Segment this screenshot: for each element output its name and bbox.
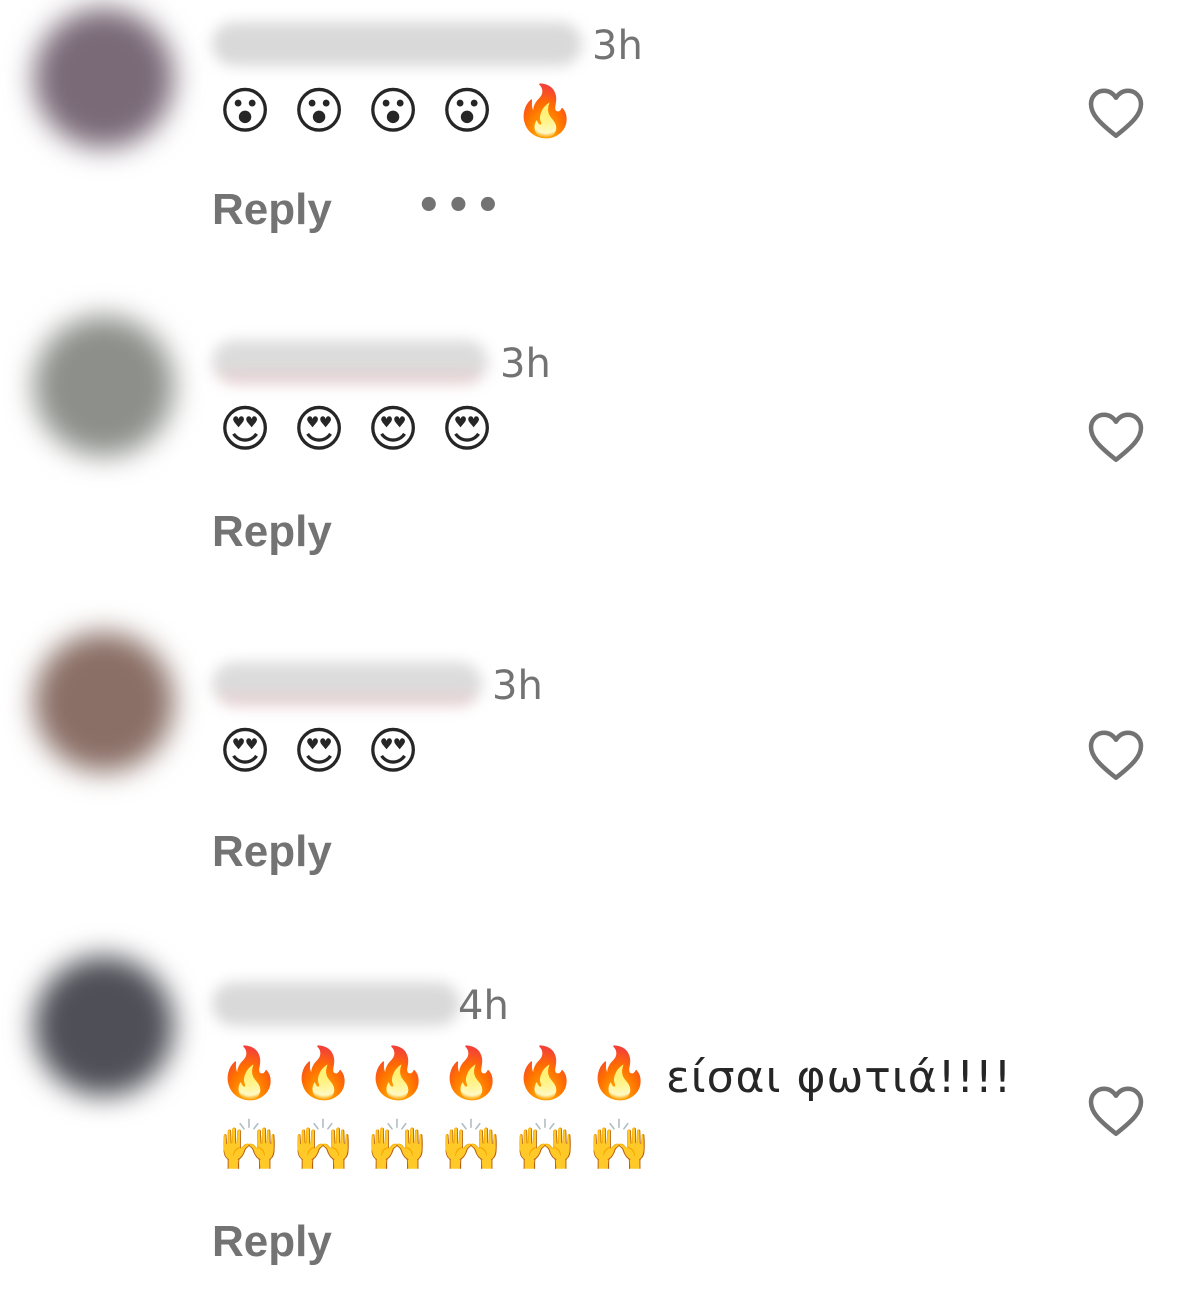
username-blurred[interactable] (212, 340, 488, 384)
reply-button[interactable]: Reply (212, 830, 332, 874)
fire-emoji: 🔥 (366, 1044, 429, 1102)
raising-hands-emoji: 🙌 (366, 1116, 429, 1174)
heart-outline-icon (1088, 88, 1144, 138)
heart-eyes-emoji: 😍 (218, 722, 272, 780)
comment-text: είσαι φωτιά!!!! (666, 1052, 1013, 1103)
comment-emoji-row: 😍 😍 😍 (218, 726, 420, 776)
comment-timestamp: 4h (458, 983, 509, 1029)
heart-eyes-emoji: 😍 (366, 722, 420, 780)
avatar[interactable] (34, 632, 174, 772)
fire-emoji: 🔥 (514, 1044, 577, 1102)
fire-emoji: 🔥 (514, 82, 577, 140)
fire-emoji: 🔥 (440, 1044, 503, 1102)
raising-hands-emoji: 🙌 (292, 1116, 355, 1174)
heart-eyes-emoji: 😍 (440, 400, 494, 458)
comment-timestamp: 3h (492, 663, 543, 709)
comment-timestamp: 3h (592, 23, 643, 69)
avatar[interactable] (34, 316, 174, 456)
username-blurred[interactable] (212, 982, 460, 1026)
reply-button[interactable]: Reply (212, 510, 332, 554)
avatar[interactable] (34, 8, 174, 148)
fire-emoji: 🔥 (218, 1044, 281, 1102)
like-button[interactable] (1086, 726, 1146, 782)
heart-eyes-emoji: 😍 (292, 400, 346, 458)
comment-timestamp: 3h (500, 341, 551, 387)
heart-eyes-emoji: 😍 (218, 400, 272, 458)
astonished-face-emoji: 😮 (440, 82, 494, 140)
like-button[interactable] (1086, 408, 1146, 464)
reply-button[interactable]: Reply (212, 188, 332, 232)
comment-emoji-row: 😮 😮 😮 😮 🔥 (218, 82, 577, 140)
more-options-icon[interactable]: ••• (416, 186, 505, 226)
raising-hands-emoji: 🙌 (514, 1116, 577, 1174)
heart-outline-icon (1088, 412, 1144, 462)
raising-hands-emoji: 🙌 (440, 1116, 503, 1174)
like-button[interactable] (1086, 84, 1146, 140)
username-blurred[interactable] (212, 22, 582, 66)
raising-hands-emoji: 🙌 (218, 1116, 281, 1174)
heart-eyes-emoji: 😍 (366, 400, 420, 458)
comment-emoji-row: 🔥 🔥 🔥 🔥 🔥 🔥 (218, 1044, 651, 1102)
fire-emoji: 🔥 (292, 1044, 355, 1102)
comment-emoji-row: 😍 😍 😍 😍 (218, 404, 494, 454)
raising-hands-emoji: 🙌 (588, 1116, 651, 1174)
reply-button[interactable]: Reply (212, 1220, 332, 1264)
heart-eyes-emoji: 😍 (292, 722, 346, 780)
avatar[interactable] (34, 956, 174, 1096)
like-button[interactable] (1086, 1082, 1146, 1138)
heart-outline-icon (1088, 730, 1144, 780)
astonished-face-emoji: 😮 (366, 82, 420, 140)
fire-emoji: 🔥 (588, 1044, 651, 1102)
heart-outline-icon (1088, 1086, 1144, 1136)
comment-emoji-row-2: 🙌 🙌 🙌 🙌 🙌 🙌 (218, 1116, 651, 1174)
astonished-face-emoji: 😮 (292, 82, 346, 140)
astonished-face-emoji: 😮 (218, 82, 272, 140)
username-blurred[interactable] (212, 662, 482, 706)
